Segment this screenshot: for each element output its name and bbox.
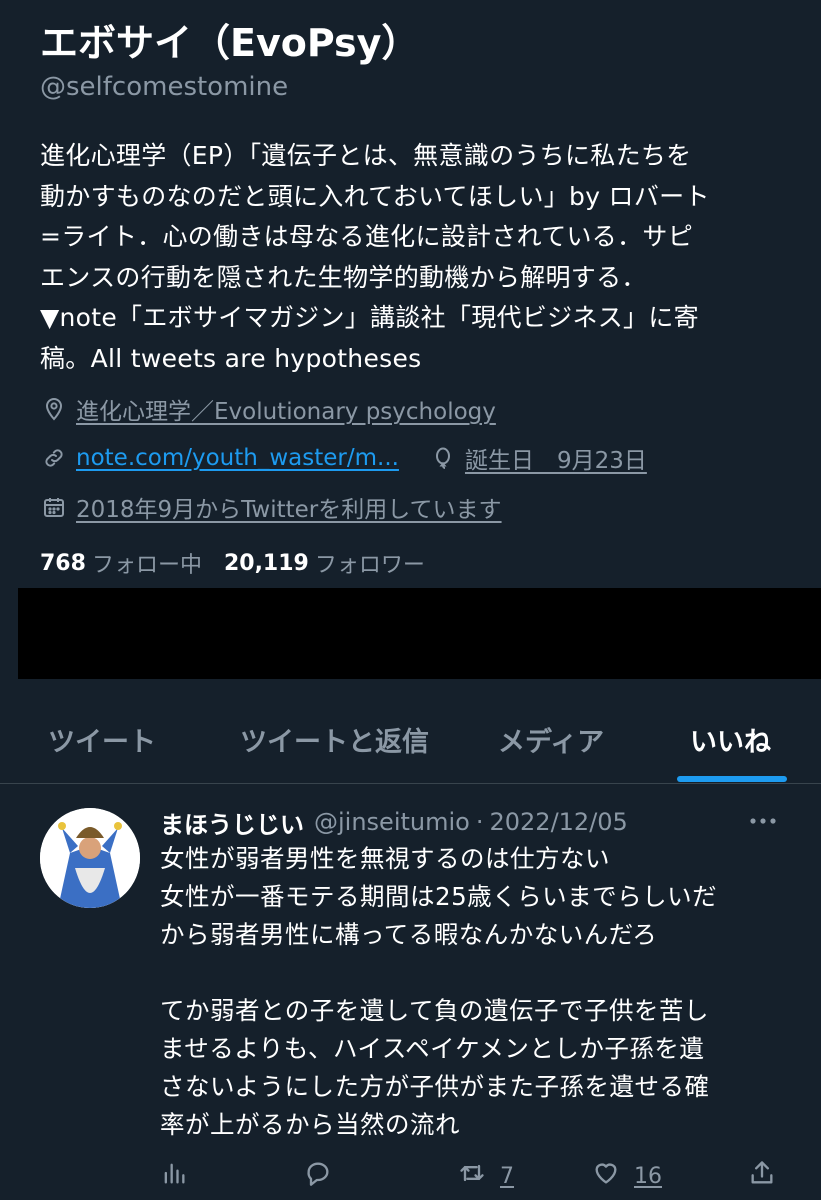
tweet-line: 女性が弱者男性を無視するのは仕方ない [160, 844, 610, 873]
more-icon[interactable] [746, 808, 780, 834]
profile-birthday: 誕生日 9月23日 [429, 441, 647, 475]
bio-line: 稿。All tweets are hypotheses [40, 343, 422, 373]
tweet-header: まほうじじい @jinseitumio · 2022/12/05 [160, 804, 628, 840]
followers-label[interactable]: フォロワー [315, 547, 425, 579]
reply-icon [304, 1159, 332, 1193]
tweet-author[interactable]: まほうじじい [160, 805, 304, 840]
bio-line: エンスの行動を隠された生物学的動機から解明する． [40, 262, 647, 292]
profile-page: エボサイ（EvoPsy） @selfcomestomine 進化心理学（EP）「… [0, 0, 821, 1200]
tweet-line: 女性が一番モテる期間は25歳くらいまでらしいだ [160, 882, 718, 911]
avatar[interactable] [40, 808, 140, 908]
tab-likes[interactable]: いいね [690, 720, 771, 759]
bio-line: =ライト．心の働きは母なる進化に設計されている．サピ [40, 222, 693, 251]
bio-line: 進化心理学（EP）「遺伝子とは、無意識のうちに私たちを [40, 141, 692, 170]
following-count[interactable]: 768 [40, 551, 86, 576]
retweet-icon [458, 1159, 486, 1193]
retweet-button[interactable]: 7 [458, 1156, 514, 1196]
link-icon [40, 444, 68, 472]
like-button[interactable]: 16 [592, 1156, 662, 1196]
profile-location: 進化心理学／Evolutionary psychology [40, 392, 496, 426]
calendar-icon [40, 493, 68, 521]
profile-website-birthday-row: note.com/youth_waster/m... 誕生日 9月23日 [40, 441, 647, 475]
tab-tweets[interactable]: ツイート [48, 720, 156, 759]
share-button[interactable] [748, 1156, 776, 1196]
retweet-count: 7 [500, 1163, 514, 1189]
profile-website[interactable]: note.com/youth_waster/m... [40, 444, 399, 472]
tweet-line: さないようにした方が子供がまた子孫を遺せる確 [160, 1072, 710, 1101]
tab-media[interactable]: メディア [498, 720, 604, 759]
follow-stats: 768 フォロー中 20,119 フォロワー [40, 546, 447, 580]
profile-handle: @selfcomestomine [40, 72, 289, 102]
tweet-line: から弱者男性に構ってる暇なんかないんだろ [160, 920, 658, 949]
tweet-line: ませるよりも、ハイスペイケメンとしか子孫を遺 [160, 1034, 705, 1063]
reply-button[interactable] [304, 1156, 332, 1196]
following-label[interactable]: フォロー中 [92, 547, 202, 579]
share-icon [748, 1159, 776, 1193]
profile-name: エボサイ（EvoPsy） [40, 21, 420, 65]
tweet-date[interactable]: 2022/12/05 [489, 808, 627, 836]
location-text[interactable]: 進化心理学／Evolutionary psychology [76, 392, 496, 426]
tweet-line: 率が上がるから当然の流れ [160, 1110, 460, 1139]
like-icon [592, 1159, 620, 1193]
analytics-button[interactable] [160, 1156, 188, 1196]
joined-text: 2018年9月からTwitterを利用しています [76, 497, 502, 523]
tweet-handle[interactable]: @jinseitumio [314, 808, 470, 836]
like-count: 16 [634, 1163, 662, 1189]
bio-line: 動かすものなのだと頭に入れておいてほしい」by ロバート [40, 181, 710, 211]
profile-tabs: ツイート ツイートと返信 メディア いいね [0, 706, 821, 784]
birthday-icon [429, 444, 457, 472]
tweet-line: てか弱者との子を遺して負の遺伝子で子供を苦し [160, 996, 710, 1025]
website-link[interactable]: note.com/youth_waster/m... [76, 445, 399, 471]
tab-tweets-and-replies[interactable]: ツイートと返信 [240, 720, 429, 759]
tweet-actions: 7 16 [0, 1156, 821, 1196]
birthday-text: 誕生日 9月23日 [464, 448, 647, 474]
bio-line: ▼note「エボサイマガジン」講談社「現代ビジネス」に寄 [40, 303, 699, 332]
redacted-area [18, 588, 821, 679]
analytics-icon [160, 1159, 188, 1193]
tweet-separator: · [475, 808, 484, 836]
active-tab-indicator [677, 776, 787, 782]
followers-count[interactable]: 20,119 [224, 551, 309, 576]
profile-bio: 進化心理学（EP）「遺伝子とは、無意識のうちに私たちを 動かすものなのだと頭に入… [40, 136, 800, 379]
tweet-text: 女性が弱者男性を無視するのは仕方ない 女性が一番モテる期間は25歳くらいまでらし… [160, 840, 800, 1144]
profile-joined: 2018年9月からTwitterを利用しています [40, 490, 502, 524]
location-icon [40, 395, 68, 423]
